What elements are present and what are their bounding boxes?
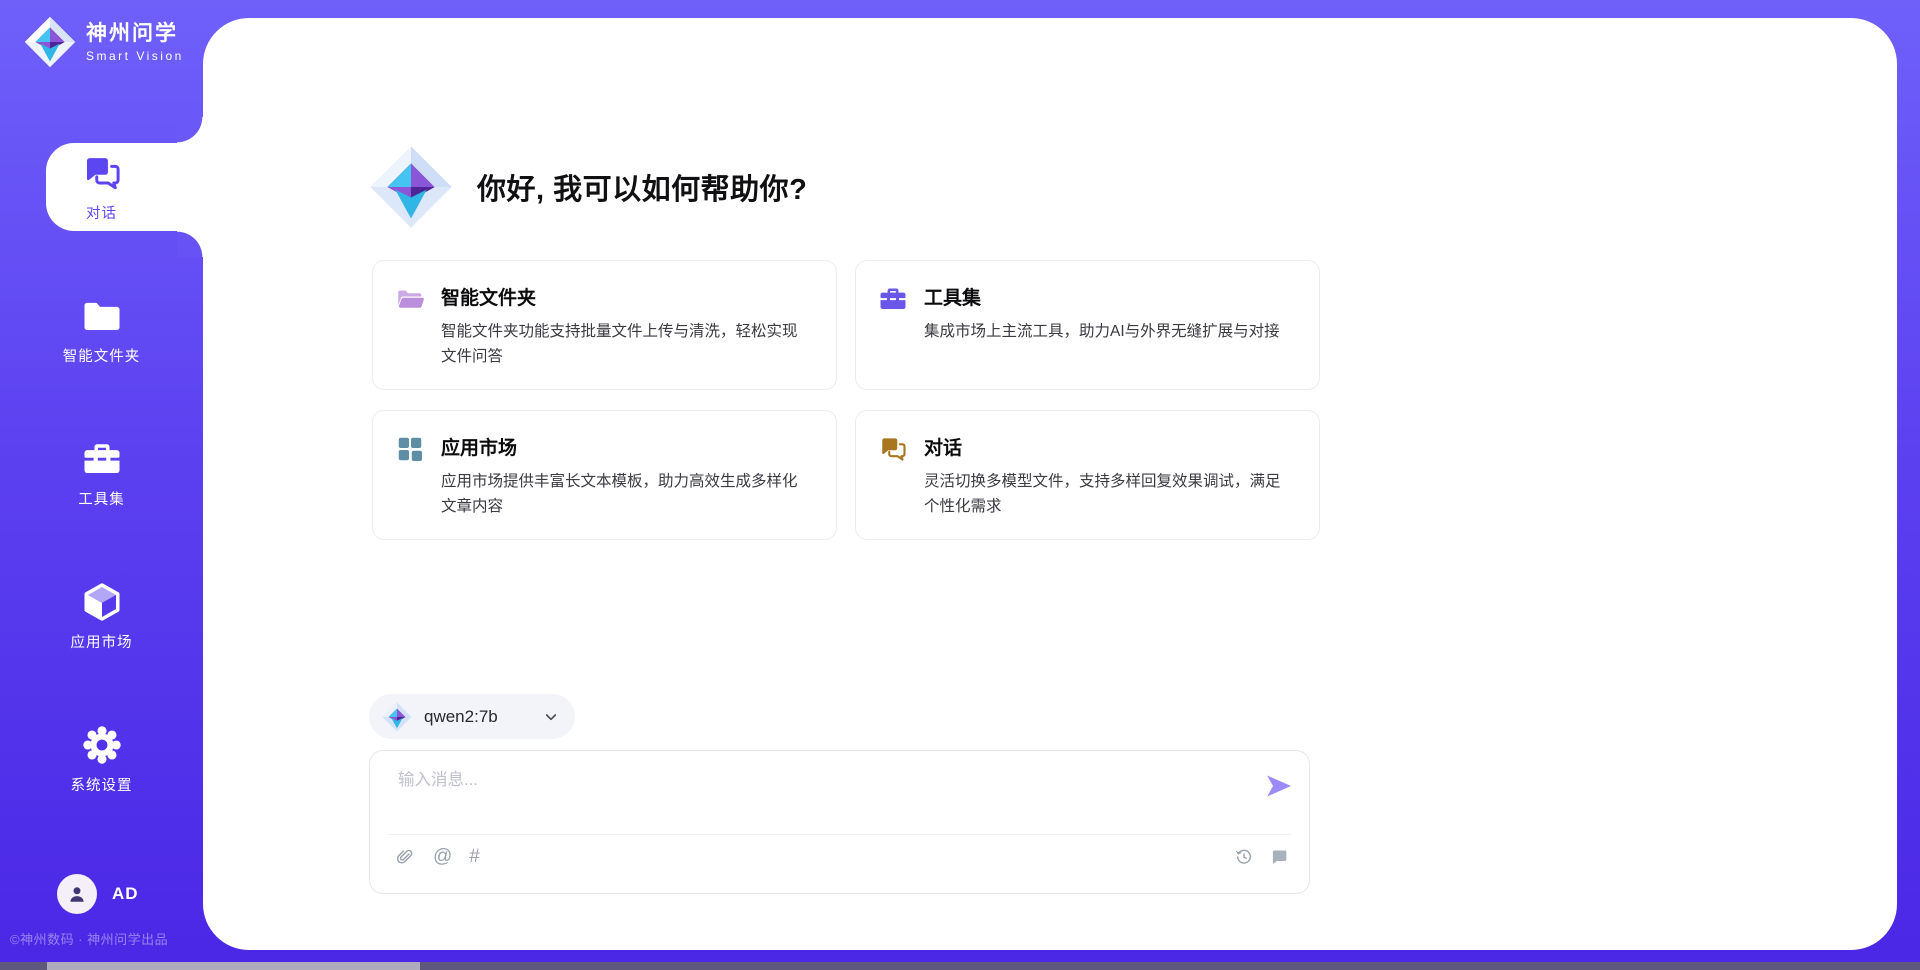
paperclip-icon[interactable] xyxy=(396,847,416,867)
feature-cards: 智能文件夹 智能文件夹功能支持批量文件上传与清洗，轻松实现文件问答 工具集 集成… xyxy=(372,260,1320,540)
card-description: 灵活切换多模型文件，支持多样回复效果调试，满足个性化需求 xyxy=(924,469,1295,519)
main-content: 你好, 我可以如何帮助你? 智能文件夹 智能文件夹功能支持批量文件上传与清洗，轻… xyxy=(369,0,1320,970)
at-icon[interactable]: @ xyxy=(433,847,452,867)
hash-icon[interactable]: # xyxy=(469,847,480,867)
sidebar-item-label: 工具集 xyxy=(78,488,125,509)
history-icon[interactable] xyxy=(1234,847,1254,867)
avatar xyxy=(57,874,97,914)
sidebar-item-settings[interactable]: 系统设置 xyxy=(0,715,203,803)
sidebar-nav: 对话 智能文件夹 xyxy=(0,143,203,803)
brand-name: 神州问学 xyxy=(86,21,184,46)
folder-open-icon xyxy=(395,284,425,314)
gear-icon xyxy=(81,724,123,766)
comment-icon[interactable] xyxy=(1269,847,1289,867)
card-description: 智能文件夹功能支持批量文件上传与清洗，轻松实现文件问答 xyxy=(441,319,812,369)
model-selector[interactable]: qwen2:7b xyxy=(369,694,575,739)
message-composer: @ # xyxy=(369,750,1310,894)
model-logo-diamond-icon xyxy=(382,702,412,732)
feature-card-app-market[interactable]: 应用市场 应用市场提供丰富长文本模板，助力高效生成多样化文章内容 xyxy=(372,410,837,540)
feature-card-toolset[interactable]: 工具集 集成市场上主流工具，助力AI与外界无缝扩展与对接 xyxy=(855,260,1320,390)
card-title: 智能文件夹 xyxy=(441,283,812,310)
feature-card-chat[interactable]: 对话 灵活切换多模型文件，支持多样回复效果调试，满足个性化需求 xyxy=(855,410,1320,540)
sidebar-item-toolset[interactable]: 工具集 xyxy=(0,429,203,517)
active-tab-fillet-top xyxy=(177,117,203,143)
scrollbar-thumb[interactable] xyxy=(47,962,420,970)
logo-diamond-icon xyxy=(24,16,76,68)
sidebar-item-label: 应用市场 xyxy=(71,631,133,652)
active-tab-fillet-bottom xyxy=(177,231,203,257)
sidebar-item-label: 对话 xyxy=(86,202,117,223)
send-icon[interactable] xyxy=(1264,771,1294,801)
brand-subtitle: Smart Vision xyxy=(86,49,184,63)
composer-divider xyxy=(388,834,1291,835)
sidebar-item-label: 系统设置 xyxy=(71,774,133,795)
sidebar-item-chat[interactable]: 对话 xyxy=(0,143,203,231)
card-title: 对话 xyxy=(924,433,1295,460)
horizontal-scrollbar[interactable] xyxy=(0,962,1920,970)
sidebar: 神州问学 Smart Vision 对话 xyxy=(0,0,203,970)
model-name: qwen2:7b xyxy=(424,707,498,727)
message-input[interactable] xyxy=(398,766,1248,822)
person-icon xyxy=(65,882,89,906)
feature-card-smart-folder[interactable]: 智能文件夹 智能文件夹功能支持批量文件上传与清洗，轻松实现文件问答 xyxy=(372,260,837,390)
briefcase-icon xyxy=(878,284,908,314)
user-account[interactable]: AD xyxy=(57,874,139,914)
brand-logo: 神州问学 Smart Vision xyxy=(24,16,184,68)
greeting-section: 你好, 我可以如何帮助你? xyxy=(369,145,807,229)
brand-text: 神州问学 Smart Vision xyxy=(86,21,184,62)
card-title: 工具集 xyxy=(924,283,1280,310)
sidebar-item-label: 智能文件夹 xyxy=(63,345,141,366)
grid-icon xyxy=(395,434,425,464)
composer-toolbar-right xyxy=(1234,847,1289,867)
chat-bubbles-icon xyxy=(878,434,908,464)
sidebar-item-smart-folder[interactable]: 智能文件夹 xyxy=(0,286,203,374)
folder-icon xyxy=(81,295,123,337)
chat-bubbles-icon xyxy=(81,152,123,194)
sidebar-item-app-market[interactable]: 应用市场 xyxy=(0,572,203,660)
copyright-footer: ©神州数码 · 神州问学出品 xyxy=(10,929,168,948)
greeting-text: 你好, 我可以如何帮助你? xyxy=(477,166,807,208)
greeting-logo-diamond-icon xyxy=(369,145,453,229)
card-title: 应用市场 xyxy=(441,433,812,460)
card-description: 集成市场上主流工具，助力AI与外界无缝扩展与对接 xyxy=(924,319,1280,344)
chevron-down-icon xyxy=(543,709,559,725)
briefcase-icon xyxy=(81,438,123,480)
cube-icon xyxy=(81,581,123,623)
user-name: AD xyxy=(112,884,139,904)
composer-toolbar: @ # xyxy=(396,847,1289,867)
card-description: 应用市场提供丰富长文本模板，助力高效生成多样化文章内容 xyxy=(441,469,812,519)
